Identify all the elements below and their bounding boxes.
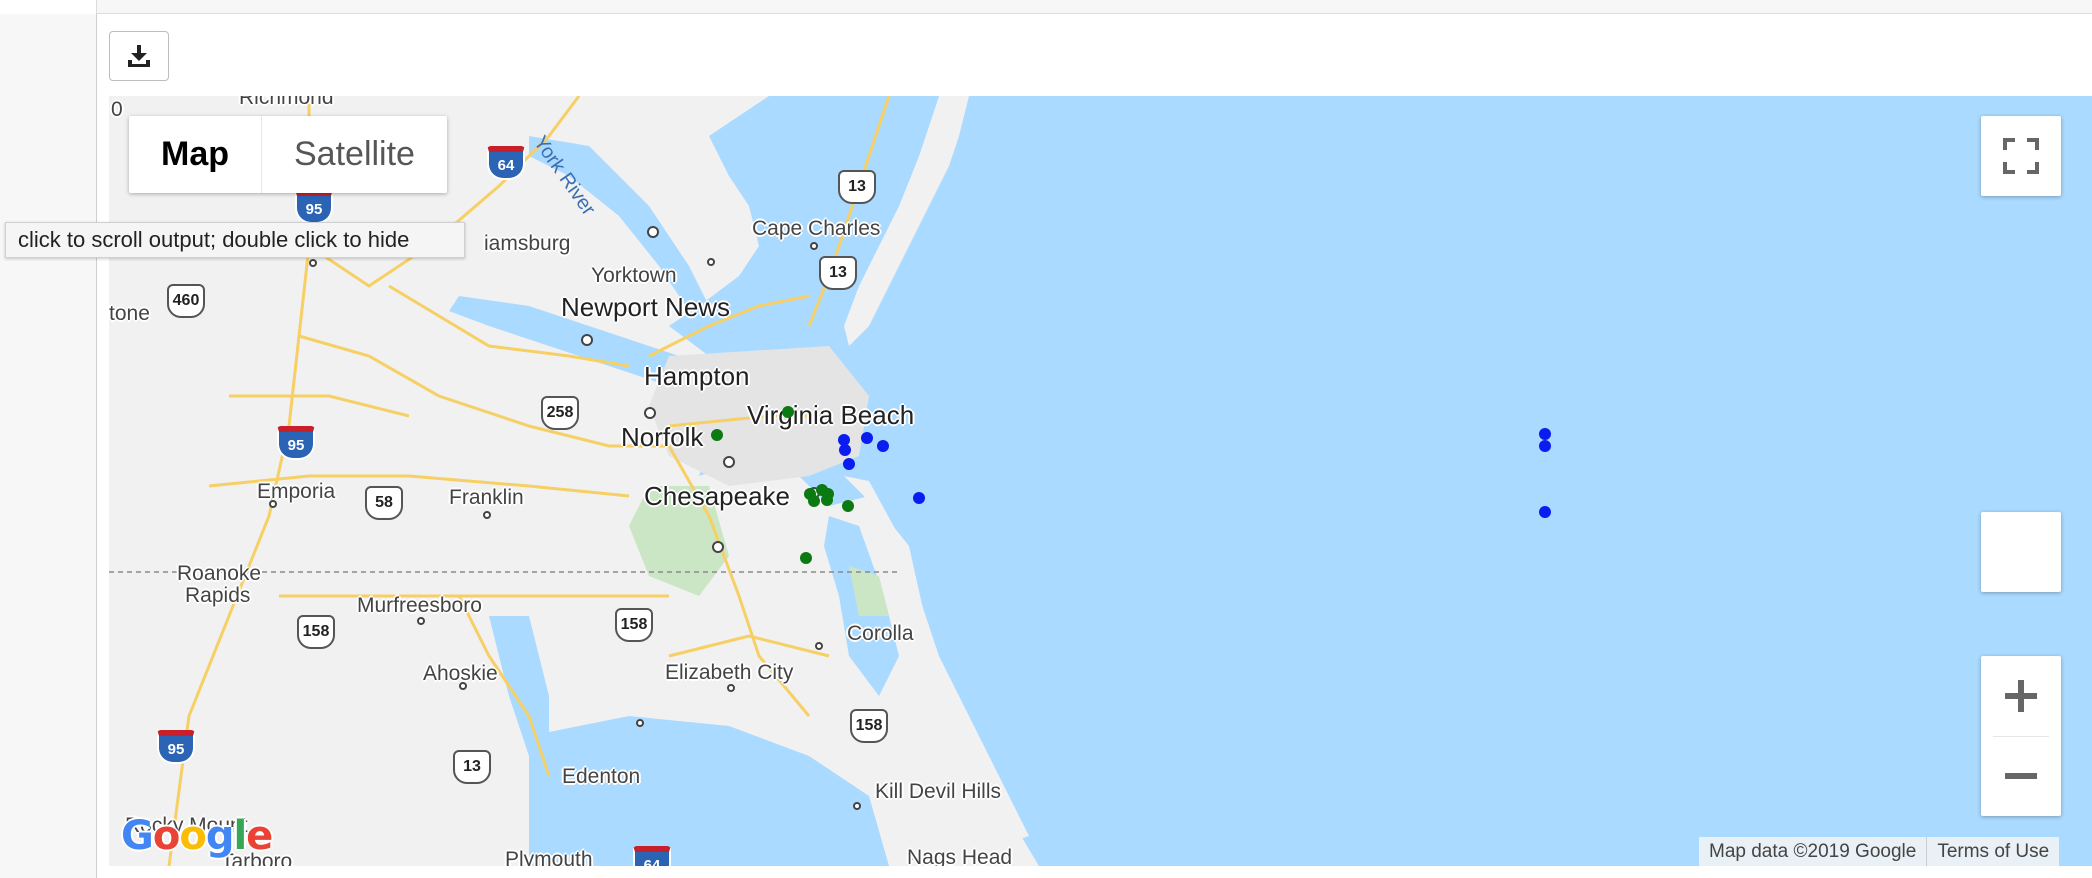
top-border bbox=[96, 0, 2092, 14]
green-marker[interactable] bbox=[800, 552, 812, 564]
zoom-out-button[interactable] bbox=[1981, 736, 2061, 816]
map-attribution: Map data ©2019 Google Terms of Use bbox=[1699, 837, 2060, 866]
green-markers bbox=[711, 406, 854, 564]
blue-marker[interactable] bbox=[843, 458, 855, 470]
street-view-control[interactable] bbox=[1981, 512, 2061, 592]
plus-icon bbox=[2005, 680, 2037, 712]
notebook-output: Richmond 0 York River iamsburg Yorktown … bbox=[0, 0, 2092, 878]
blue-markers bbox=[838, 428, 1551, 518]
blue-marker[interactable] bbox=[1539, 506, 1551, 518]
download-icon bbox=[128, 45, 150, 67]
output-prompt-gutter[interactable] bbox=[0, 14, 97, 878]
green-marker[interactable] bbox=[782, 406, 794, 418]
markers-layer bbox=[711, 406, 1551, 564]
zoom-control bbox=[1981, 656, 2061, 816]
google-logo: Google bbox=[121, 813, 273, 859]
green-marker[interactable] bbox=[808, 495, 820, 507]
blue-marker[interactable] bbox=[861, 432, 873, 444]
terms-of-use-link[interactable]: Terms of Use bbox=[1926, 837, 2059, 866]
green-marker[interactable] bbox=[711, 429, 723, 441]
scroll-output-tooltip: click to scroll output; double click to … bbox=[5, 222, 465, 258]
blue-marker[interactable] bbox=[877, 440, 889, 452]
blue-marker[interactable] bbox=[1539, 440, 1551, 452]
map-data-text: Map data ©2019 Google bbox=[1709, 840, 1917, 862]
zoom-in-button[interactable] bbox=[1981, 656, 2061, 736]
blue-marker[interactable] bbox=[839, 444, 851, 456]
green-marker[interactable] bbox=[821, 494, 833, 506]
map-type-satellite-button[interactable]: Satellite bbox=[261, 116, 447, 193]
map-type-control: Map Satellite bbox=[129, 116, 447, 193]
blue-marker[interactable] bbox=[913, 492, 925, 504]
blue-marker[interactable] bbox=[1539, 428, 1551, 440]
download-button[interactable] bbox=[109, 31, 169, 81]
green-marker[interactable] bbox=[842, 500, 854, 512]
map-view[interactable]: Richmond 0 York River iamsburg Yorktown … bbox=[109, 96, 2092, 866]
fullscreen-button[interactable] bbox=[1981, 116, 2061, 196]
fullscreen-icon bbox=[2003, 138, 2039, 174]
map-type-map-button[interactable]: Map bbox=[129, 116, 261, 193]
minus-icon bbox=[2005, 773, 2037, 779]
